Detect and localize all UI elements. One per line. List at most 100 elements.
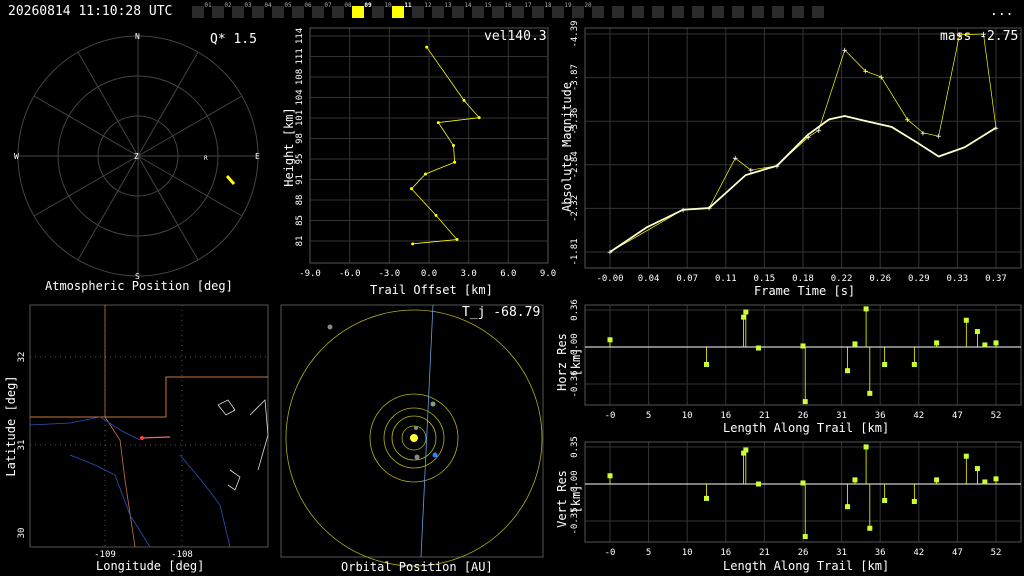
residual-point — [934, 477, 940, 483]
y-tick-label: 104 — [295, 89, 305, 105]
residual-point — [863, 306, 869, 312]
x-tick-label: 21 — [759, 411, 770, 421]
river — [69, 454, 151, 548]
x-tick-label: 21 — [759, 548, 770, 558]
x-tick-label: -6.0 — [339, 269, 361, 279]
residual-point — [802, 399, 808, 405]
y-tick-label: 101 — [295, 110, 305, 126]
planet — [414, 426, 418, 430]
frame-box[interactable] — [612, 6, 624, 18]
polar-radiant-label: R — [204, 155, 208, 162]
residual-point — [743, 447, 749, 453]
orbit-frame — [280, 304, 544, 558]
velocity-readout: vel140.3 — [484, 29, 547, 44]
timestamp: 20260814 11:10:28 UTC — [8, 4, 173, 19]
height-point — [434, 213, 438, 217]
y-tick-label: 88 — [295, 195, 305, 206]
x-tick-label: 42 — [913, 411, 924, 421]
x-tick-label: 16 — [720, 548, 731, 558]
height-point — [436, 121, 440, 125]
frame-box[interactable] — [752, 6, 764, 18]
river — [29, 416, 141, 441]
magnitude-point: + — [732, 154, 738, 164]
y-tick-label: 114 — [295, 28, 305, 44]
residual-point — [993, 340, 999, 346]
residual-point — [882, 362, 888, 368]
frame-box[interactable] — [592, 6, 604, 18]
coastline — [249, 399, 269, 471]
x-tick-label: -0.00 — [596, 274, 623, 284]
x-tick-label: 0.37 — [985, 274, 1007, 284]
x-tick-label: 47 — [952, 548, 963, 558]
x-tick-label: 47 — [952, 411, 963, 421]
x-tick-label: 42 — [913, 548, 924, 558]
residual-point — [863, 444, 869, 450]
frame-box[interactable] — [792, 6, 804, 18]
polar-zenith-label: Z — [134, 152, 139, 161]
earth — [432, 452, 438, 458]
q-readout: Q* 1.5 — [210, 32, 257, 47]
height-point — [452, 144, 455, 147]
frame-box[interactable] — [712, 6, 724, 18]
vert-res-xlabel: Length Along Trail [km] — [723, 559, 890, 573]
residual-point — [800, 480, 806, 486]
residual-point — [974, 466, 980, 472]
horz-res-plot: -0 5 10 16 21 26 31 36 42 47 520.36-0.00-0.36 — [570, 299, 1022, 421]
meteoroid-orbit — [420, 304, 434, 558]
plot-grid: -0 5 10 16 21 26 31 36 42 47 520.35-0.00-0.35 — [570, 436, 1022, 558]
x-tick-label: 0.04 — [638, 274, 660, 284]
height-point — [462, 98, 466, 102]
map-ylabel: Latitude [deg] — [4, 375, 18, 477]
river — [179, 454, 231, 548]
frame-box[interactable] — [632, 6, 644, 18]
residual-point — [800, 343, 806, 349]
x-tick-label: 0.29 — [908, 274, 930, 284]
x-tick-label: 52 — [991, 411, 1002, 421]
y-tick-label: 91 — [295, 174, 305, 185]
polar-north-label: N — [135, 32, 140, 41]
frame-box[interactable] — [812, 6, 824, 18]
residual-point — [755, 345, 761, 351]
height-point — [410, 187, 413, 191]
height-plot: -9.0 -6.0 -3.0 0.0 3.0 6.0 9.0 81 85 88 91 95 98 101 1… — [295, 27, 556, 279]
polar-east-label: E — [255, 152, 260, 161]
menu-button[interactable]: ... — [990, 4, 1013, 19]
polar-spoke — [137, 95, 243, 157]
sun — [410, 434, 418, 442]
y-tick-label: 30 — [17, 528, 27, 539]
polar-spoke — [137, 155, 243, 217]
coastline — [217, 399, 236, 416]
planet — [414, 454, 420, 460]
y-tick-label: 95 — [295, 154, 305, 165]
polar-title: Atmospheric Position [deg] — [45, 279, 233, 293]
height-point — [424, 172, 427, 176]
x-tick-label: 0.15 — [754, 274, 776, 284]
frame-box[interactable] — [772, 6, 784, 18]
magnitude-ylabel: Absolute Magnitude — [560, 81, 574, 213]
height-xlabel: Trail Offset [km] — [370, 283, 493, 297]
x-tick-label: 26 — [798, 411, 809, 421]
y-tick-label: 98 — [295, 133, 305, 144]
polar-spoke — [33, 155, 139, 217]
y-tick-label: 81 — [295, 236, 305, 247]
frame-box[interactable] — [672, 6, 684, 18]
x-tick-label: 0.26 — [869, 274, 891, 284]
residual-point — [911, 499, 917, 505]
y-tick-label: 85 — [295, 215, 305, 226]
residual-point — [867, 525, 873, 531]
frame-box[interactable] — [652, 6, 664, 18]
x-tick-label: 9.0 — [540, 269, 556, 279]
residual-point — [934, 340, 940, 346]
ground-track-start — [140, 436, 144, 440]
magnitude-point: + — [920, 129, 926, 139]
residual-point — [852, 341, 858, 347]
x-tick-label: 0.33 — [947, 274, 969, 284]
frame-box[interactable] — [692, 6, 704, 18]
x-tick-label: 6.0 — [500, 269, 516, 279]
frame-box[interactable] — [732, 6, 744, 18]
x-tick-label: 0.18 — [792, 274, 814, 284]
jupiter — [327, 324, 333, 330]
residual-point — [607, 473, 613, 479]
x-tick-label: 36 — [875, 548, 886, 558]
height-point — [477, 116, 481, 120]
